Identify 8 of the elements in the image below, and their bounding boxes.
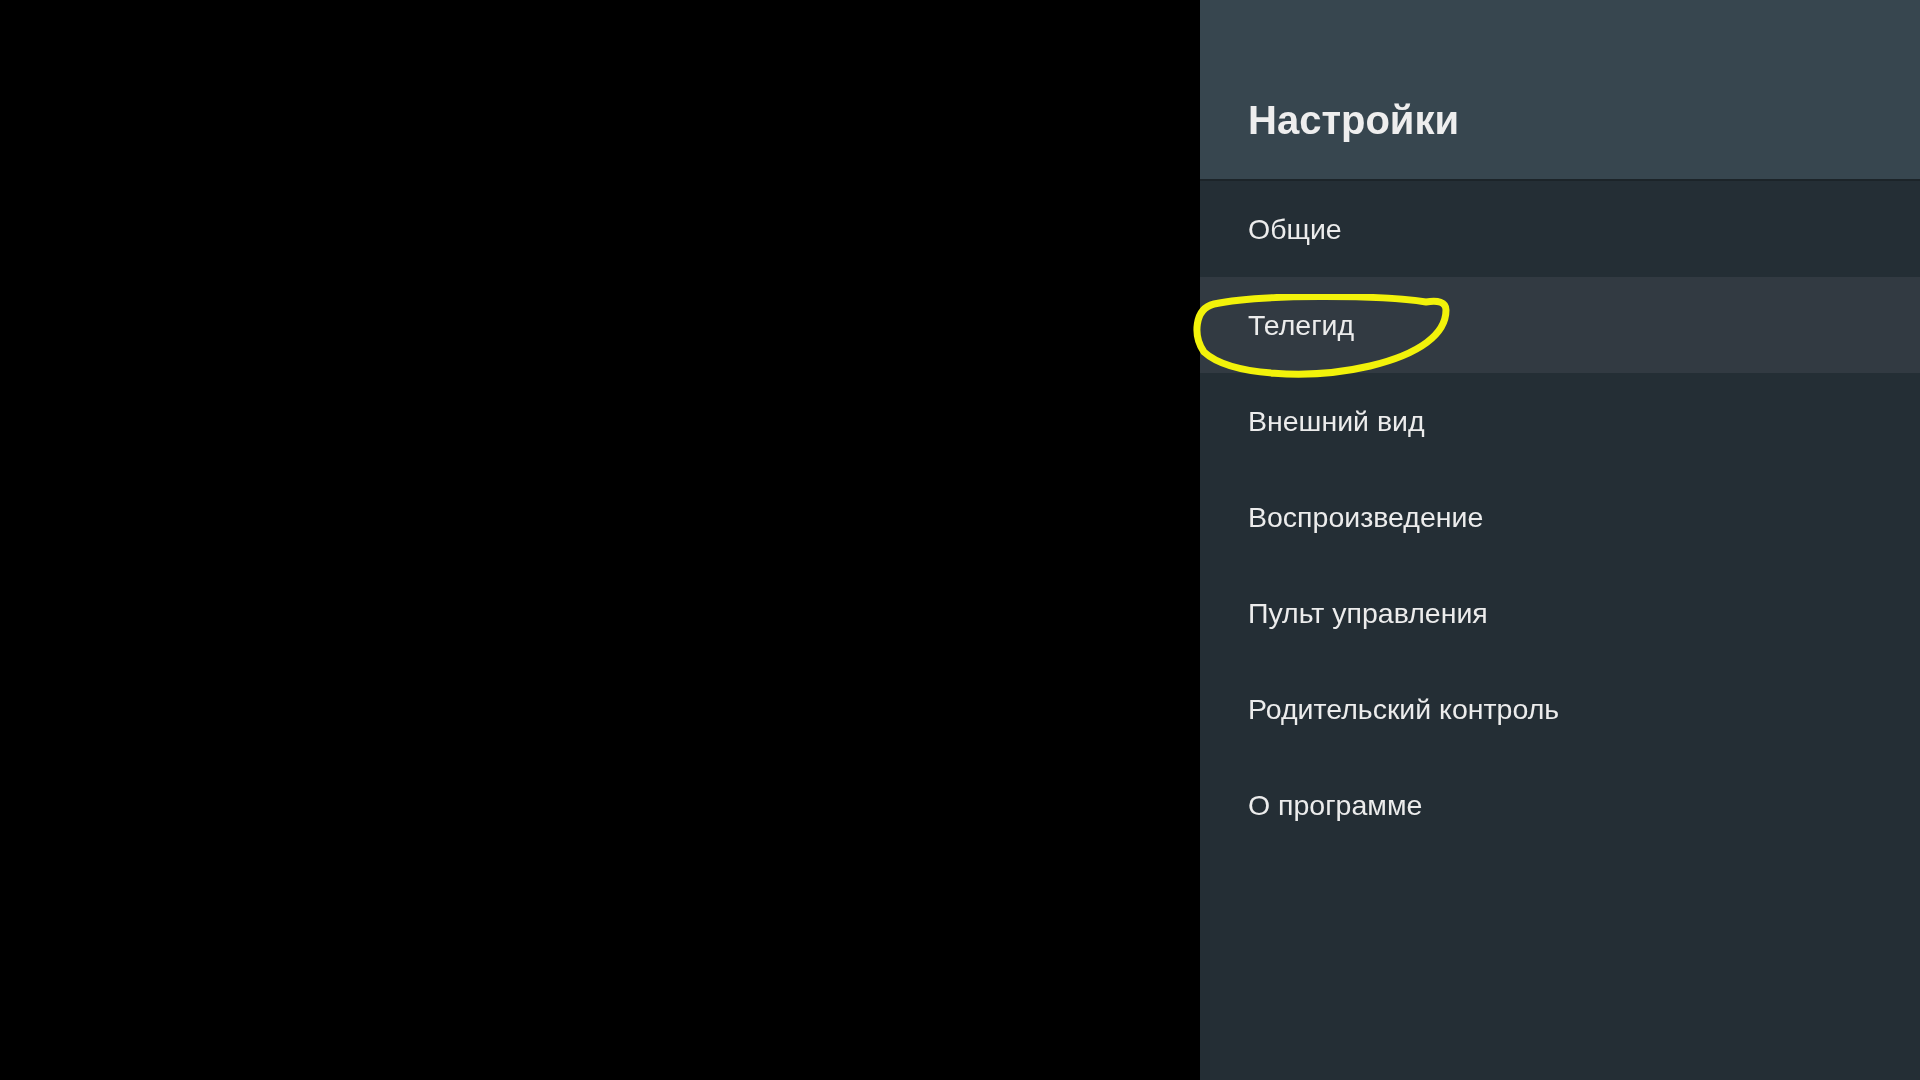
menu-item[interactable]: Пульт управления	[1200, 565, 1920, 661]
menu-item[interactable]: Общие	[1200, 181, 1920, 277]
menu-item[interactable]: Телегид	[1200, 277, 1920, 373]
menu-item[interactable]: Воспроизведение	[1200, 469, 1920, 565]
menu-item[interactable]: Родительский контроль	[1200, 661, 1920, 757]
menu-item[interactable]: Внешний вид	[1200, 373, 1920, 469]
menu-item[interactable]: О программе	[1200, 757, 1920, 853]
panel-title: Настройки	[1248, 97, 1460, 144]
